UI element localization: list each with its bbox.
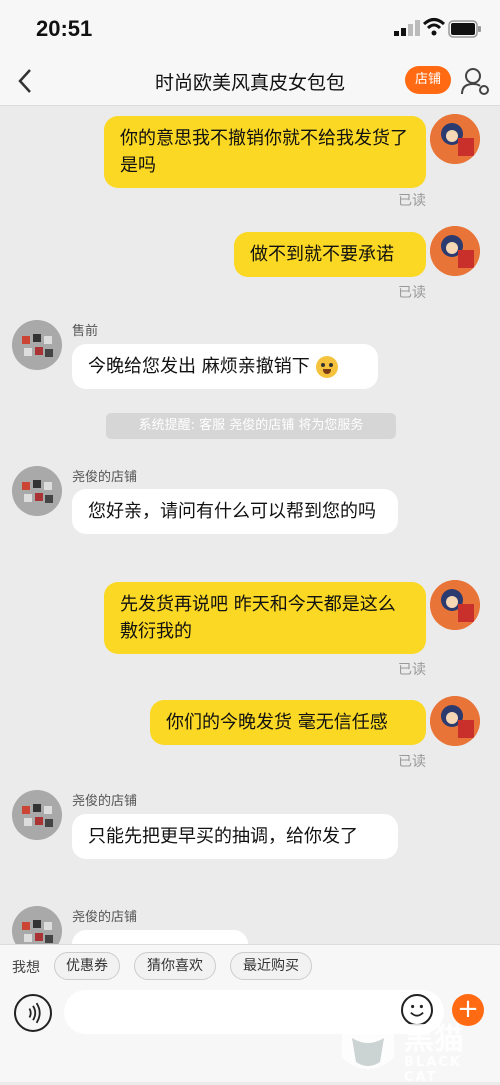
message-bubble[interactable]: 做不到就不要承诺 [234, 232, 426, 277]
watermark-subtext: BLACK CAT [404, 1055, 462, 1085]
my-avatar[interactable] [430, 226, 480, 276]
quick-option-coupon[interactable]: 优惠券 [54, 952, 120, 980]
quick-reply-bar: 我想 优惠券 猜你喜欢 最近购买 [0, 944, 500, 986]
quick-option-recent-purchase[interactable]: 最近购买 [230, 952, 312, 980]
sender-name: 尧俊的店铺 [72, 910, 138, 925]
shop-avatar[interactable] [12, 790, 62, 840]
shop-avatar[interactable] [12, 320, 62, 370]
voice-icon[interactable] [14, 994, 52, 1032]
watermark-text: 黑猫 [404, 1022, 464, 1057]
signal-icon [394, 20, 420, 36]
message-bubble[interactable]: 只能先把更早买的抽调，给你发了 [72, 814, 398, 859]
my-avatar[interactable] [430, 580, 480, 630]
back-icon[interactable] [12, 64, 40, 98]
page-title: 时尚欧美风真皮女包包 [154, 72, 345, 94]
wifi-icon [422, 18, 446, 36]
message-list[interactable]: 你的意思我不撤销你就不给我发货了是吗 已读 做不到就不要承诺 已读 售前 今晚给… [0, 106, 500, 944]
my-avatar[interactable] [430, 114, 480, 164]
status-time: 20:51 [36, 16, 93, 41]
quick-label: 我想 [12, 960, 40, 976]
message-bubble[interactable] [72, 930, 248, 944]
message-bubble[interactable]: 你们的今晚发货 毫无信任感 [150, 700, 426, 745]
message-bubble[interactable]: 今晚给您发出 麻烦亲撤销下 [72, 344, 378, 389]
shop-avatar[interactable] [12, 906, 62, 944]
shop-avatar[interactable] [12, 466, 62, 516]
system-notice: 系统提醒: 客服 尧俊的店铺 将为您服务 [106, 413, 396, 439]
battery-icon [448, 20, 481, 38]
sender-name: 售前 [72, 324, 99, 339]
message-text: 今晚给您发出 麻烦亲撤销下 [88, 356, 310, 377]
user-settings-icon[interactable] [460, 66, 490, 96]
pleading-face-icon [315, 356, 338, 378]
status-bar: 20:51 [0, 0, 500, 56]
message-bubble[interactable]: 先发货再说吧 昨天和今天都是这么敷衍我的 [104, 582, 426, 654]
quick-option-guess-you-like[interactable]: 猜你喜欢 [134, 952, 216, 980]
store-button[interactable]: 店铺 [405, 66, 451, 94]
read-status: 已读 [398, 754, 426, 770]
message-bubble[interactable]: 您好亲，请问有什么可以帮到您的吗 [72, 489, 398, 534]
read-status: 已读 [398, 193, 426, 209]
my-avatar[interactable] [430, 696, 480, 746]
sender-name: 尧俊的店铺 [72, 794, 138, 809]
read-status: 已读 [398, 662, 426, 678]
sender-name: 尧俊的店铺 [72, 470, 138, 485]
nav-bar: 时尚欧美风真皮女包包 店铺 [0, 56, 500, 106]
message-bubble[interactable]: 你的意思我不撤销你就不给我发货了是吗 [104, 116, 426, 188]
read-status: 已读 [398, 285, 426, 301]
